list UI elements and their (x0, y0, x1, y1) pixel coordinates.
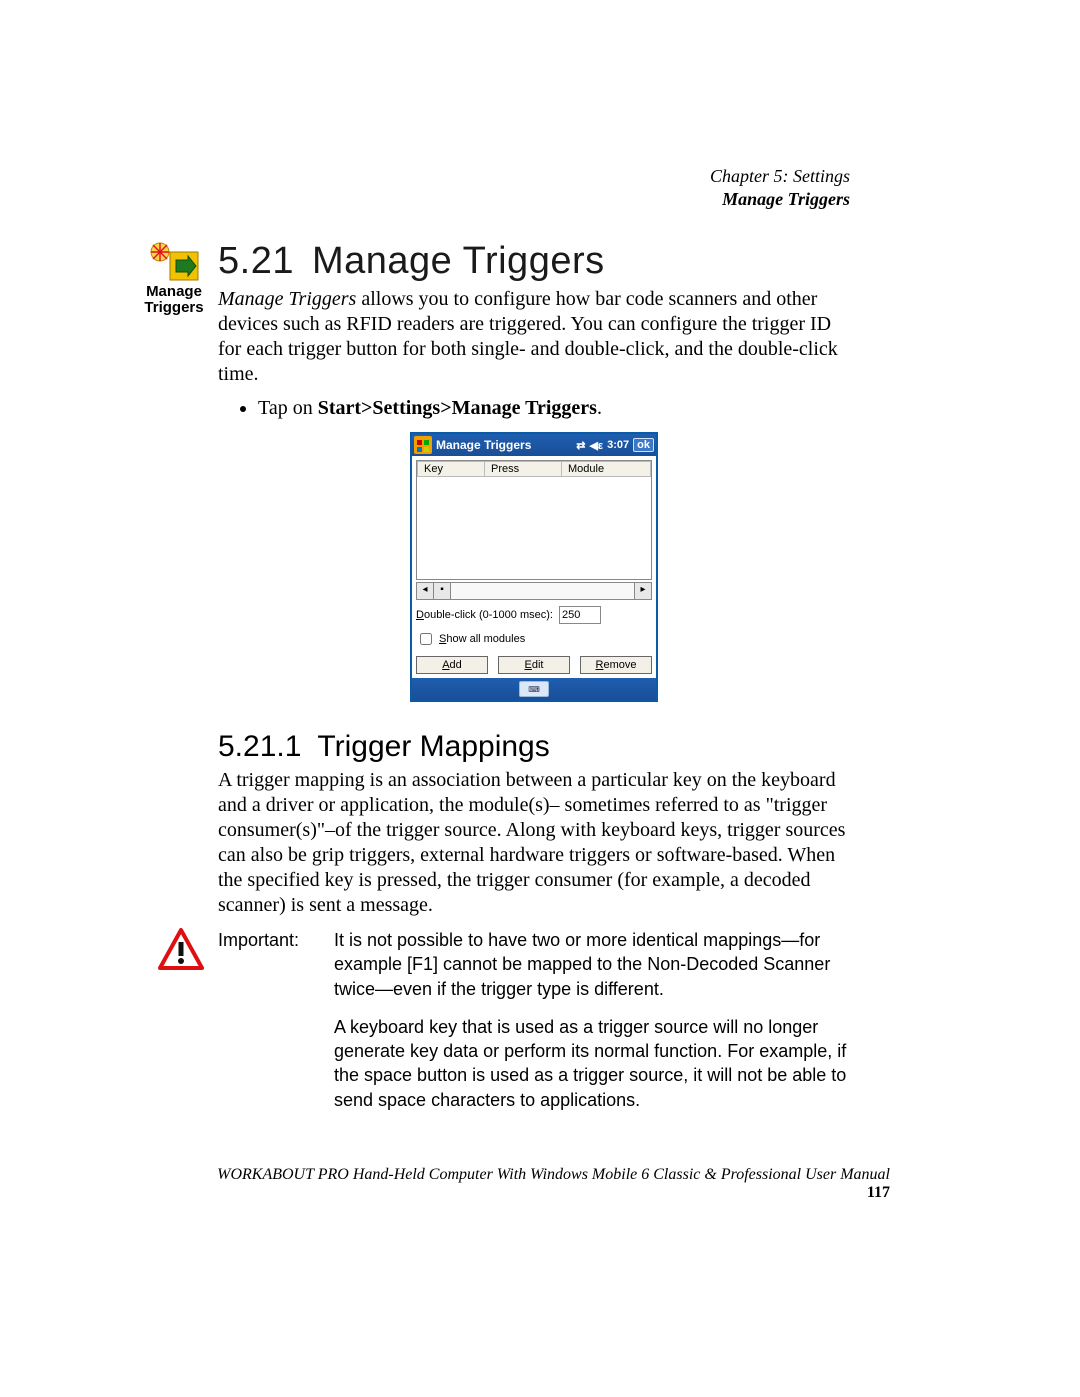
button-row: Add Edit Remove (416, 656, 652, 674)
note-text: It is not possible to have two or more i… (334, 928, 850, 1126)
section-number: 5.21 (218, 240, 294, 282)
chapter-subtitle: Manage Triggers (710, 188, 850, 211)
manage-triggers-icon (148, 242, 200, 282)
wm-window: Manage Triggers ⇄ ◀ε 3:07 ok Key Press (410, 432, 658, 702)
subsection-title: Trigger Mappings (317, 730, 549, 763)
margin-icon-label-2: Triggers (142, 300, 206, 316)
section-intro: Manage Triggers allows you to configure … (218, 287, 850, 387)
col-key[interactable]: Key (417, 461, 485, 477)
remove-button[interactable]: Remove (580, 656, 652, 674)
start-icon[interactable] (414, 436, 432, 454)
page-number: 117 (867, 1184, 890, 1201)
bullet-path: Start>Settings>Manage Triggers (318, 397, 597, 419)
instruction-item: Tap on Start>Settings>Manage Triggers. (258, 397, 850, 420)
subsection-number: 5.21.1 (218, 730, 301, 763)
col-module[interactable]: Module (562, 461, 651, 477)
important-note: Important: It is not possible to have tw… (218, 928, 850, 1126)
wm-bottombar: ⌨ (412, 678, 656, 700)
wm-body: Key Press Module ◂ ▪ ▸ Double-click (0-1… (412, 456, 656, 678)
add-button[interactable]: Add (416, 656, 488, 674)
volume-icon: ◀ε (589, 439, 603, 452)
status-area: ⇄ ◀ε 3:07 (576, 439, 629, 452)
ok-button[interactable]: ok (633, 438, 654, 452)
chapter-label: Chapter 5: Settings (710, 165, 850, 188)
show-all-row: Show all modules (416, 630, 652, 648)
warning-icon (158, 928, 204, 976)
device-screenshot: Manage Triggers ⇄ ◀ε 3:07 ok Key Press (410, 432, 658, 702)
content: 5.21 Manage Triggers Manage Triggers allo… (218, 240, 850, 1126)
table-header: Key Press Module (417, 461, 651, 477)
scroll-thumb[interactable]: ▪ (434, 583, 451, 599)
scroll-left-icon[interactable]: ◂ (417, 583, 434, 599)
show-all-label: Show all modules (439, 633, 525, 645)
page-header: Chapter 5: Settings Manage Triggers (710, 165, 850, 210)
page-footer: WORKABOUT PRO Hand-Held Computer With Wi… (210, 1166, 890, 1202)
note-paragraph-2: A keyboard key that is used as a trigger… (334, 1015, 850, 1112)
window-title: Manage Triggers (436, 438, 531, 452)
intro-lead: Manage Triggers (218, 288, 356, 310)
scroll-right-icon[interactable]: ▸ (634, 583, 651, 599)
col-press[interactable]: Press (485, 461, 562, 477)
subsection-text: A trigger mapping is an association betw… (218, 768, 850, 918)
note-paragraph-1: It is not possible to have two or more i… (334, 928, 850, 1001)
show-all-checkbox[interactable] (420, 633, 432, 645)
bullet-suffix: . (597, 397, 602, 419)
margin-icon-label-1: Manage (142, 284, 206, 300)
page: Chapter 5: Settings Manage Triggers Mana… (0, 0, 1080, 1397)
trigger-table[interactable]: Key Press Module (416, 460, 652, 580)
instruction-list: Tap on Start>Settings>Manage Triggers. (218, 397, 850, 420)
horizontal-scrollbar[interactable]: ◂ ▪ ▸ (416, 582, 652, 600)
double-click-row: Double-click (0-1000 msec): (416, 606, 652, 624)
scroll-track[interactable] (451, 583, 634, 599)
margin-icon: Manage Triggers (142, 242, 206, 316)
double-click-label: Double-click (0-1000 msec): (416, 609, 553, 621)
double-click-input[interactable] (559, 606, 601, 624)
connectivity-icon: ⇄ (576, 439, 585, 452)
subsection-heading: 5.21.1 Trigger Mappings (218, 730, 850, 764)
footer-text: WORKABOUT PRO Hand-Held Computer With Wi… (217, 1166, 890, 1183)
bullet-prefix: Tap on (258, 397, 318, 419)
wm-titlebar: Manage Triggers ⇄ ◀ε 3:07 ok (412, 434, 656, 456)
section-heading: 5.21 Manage Triggers (218, 240, 850, 283)
clock: 3:07 (607, 439, 629, 451)
keyboard-icon[interactable]: ⌨ (519, 681, 549, 697)
edit-button[interactable]: Edit (498, 656, 570, 674)
section-title: Manage Triggers (312, 240, 605, 282)
note-label: Important: (218, 928, 320, 952)
